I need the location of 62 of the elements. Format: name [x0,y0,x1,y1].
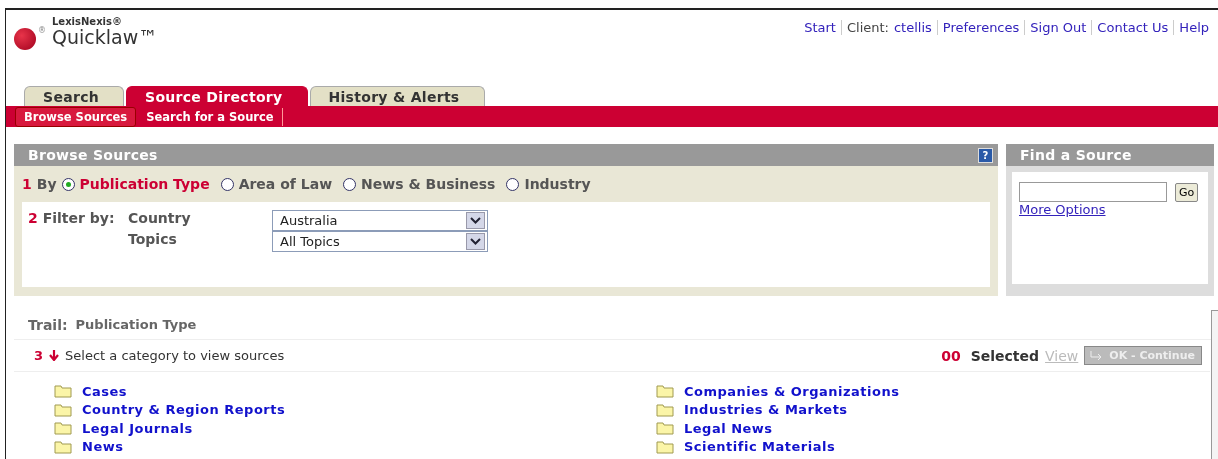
radio-button[interactable] [343,177,357,191]
category-link[interactable]: Legal Journals [82,420,193,436]
step-number: 2 Filter by: [28,210,116,228]
category-link[interactable]: Country & Region Reports [82,402,286,418]
header-link[interactable]: ctellis [888,20,937,35]
return-arrow-icon [1089,349,1104,362]
category-link[interactable]: Legal News [684,420,773,436]
trail-label: Trail: [28,317,68,333]
folder-icon [656,384,674,399]
category-link[interactable]: Cases [82,383,128,399]
category-link[interactable]: Industries & Markets [684,402,848,418]
step-number: 3 [34,348,44,363]
header-link[interactable]: Start [799,20,841,35]
selected-label: Selected [970,347,1040,364]
brand-name: LexisNexis® [52,16,123,27]
client-label: Client: [840,20,889,35]
logo-ball-icon [14,28,36,50]
product-name: Quicklaw™ [52,27,158,47]
by-label: By [36,176,57,192]
header-link[interactable]: Sign Out [1024,20,1092,35]
radio-button[interactable] [61,177,75,191]
category-link[interactable]: News [82,439,124,455]
subtab[interactable]: Search for a Source [138,107,283,126]
panel-title: Browse Sources [28,147,158,163]
logo-mark: ® [38,26,46,35]
folder-icon [54,439,72,454]
header-link[interactable]: Preferences [936,20,1025,35]
header-link[interactable]: Contact Us [1091,20,1174,35]
dropdown[interactable]: Australia [272,210,488,231]
tab[interactable]: History & Alerts [309,86,485,106]
radio-button[interactable] [220,177,234,191]
folder-icon [54,402,72,417]
folder-icon [656,421,674,436]
panel-title: Find a Source [1020,147,1132,163]
selected-count: 00 [941,347,961,364]
filter-label: Topics [128,231,178,249]
folder-icon [656,439,674,454]
dropdown[interactable]: All Topics [272,231,488,252]
radio-label: Industry [524,176,591,192]
folder-icon [656,402,674,417]
folder-icon [54,384,72,399]
go-button[interactable]: Go [1175,182,1199,202]
folder-icon [54,421,72,436]
tab[interactable]: Source Directory [126,86,308,106]
search-field[interactable] [1019,182,1167,202]
radio-button[interactable] [506,177,520,191]
radio-label: Area of Law [238,176,333,192]
instruction-text: Select a category to view sources [65,348,285,363]
radio-label: News & Business [361,176,496,192]
tab[interactable]: Search [24,86,124,106]
subtab[interactable]: Browse Sources [15,106,137,127]
step-number: 1 [22,176,32,192]
trail-value: Publication Type [75,317,197,333]
help-button[interactable]: ? [978,147,993,163]
down-arrow-icon [49,350,60,361]
filter-label: Country [128,210,192,228]
radio-label: Publication Type [79,176,210,192]
header-link[interactable]: Help [1173,20,1214,35]
scrollbar[interactable] [1211,310,1218,459]
category-link[interactable]: Scientific Materials [684,439,836,455]
category-link[interactable]: Companies & Organizations [684,383,900,399]
more-options-link[interactable]: More Options [1019,202,1106,217]
